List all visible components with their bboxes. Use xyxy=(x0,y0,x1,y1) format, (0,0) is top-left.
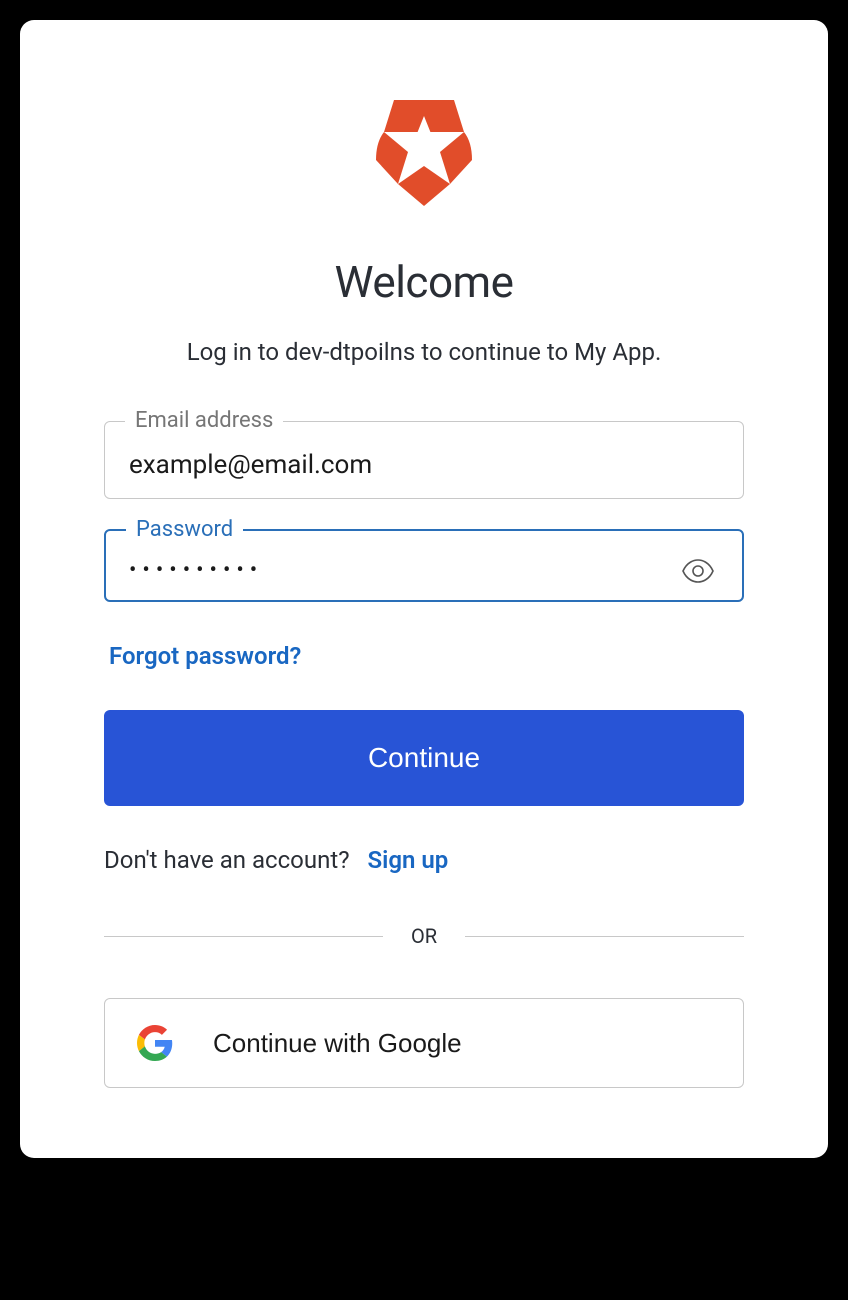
email-label: Email address xyxy=(125,408,283,433)
signup-link[interactable]: Sign up xyxy=(367,846,448,874)
auth0-logo xyxy=(376,100,472,206)
google-icon xyxy=(137,1025,173,1061)
password-label: Password xyxy=(126,517,243,542)
continue-with-google-button[interactable]: Continue with Google xyxy=(104,998,744,1088)
forgot-password-link[interactable]: Forgot password? xyxy=(109,642,301,670)
divider-line-right xyxy=(465,936,744,937)
password-field-wrapper: Password xyxy=(104,529,744,602)
divider-line-left xyxy=(104,936,383,937)
shield-star-icon xyxy=(376,100,472,206)
email-input[interactable] xyxy=(129,450,719,480)
password-input[interactable] xyxy=(129,558,677,583)
divider: OR xyxy=(104,924,744,948)
page-title: Welcome xyxy=(335,256,514,308)
divider-label: OR xyxy=(383,924,465,948)
login-form: Email address Password Forgot password? … xyxy=(104,421,744,1088)
page-subtitle: Log in to dev-dtpoilns to continue to My… xyxy=(187,338,662,366)
email-field-wrapper: Email address xyxy=(104,421,744,499)
continue-button[interactable]: Continue xyxy=(104,710,744,806)
signup-row: Don't have an account? Sign up xyxy=(104,846,448,874)
signup-prompt: Don't have an account? xyxy=(104,846,350,874)
eye-icon xyxy=(681,559,715,583)
google-button-label: Continue with Google xyxy=(213,1028,462,1059)
toggle-password-visibility-button[interactable] xyxy=(677,559,719,583)
login-card: Welcome Log in to dev-dtpoilns to contin… xyxy=(20,20,828,1158)
